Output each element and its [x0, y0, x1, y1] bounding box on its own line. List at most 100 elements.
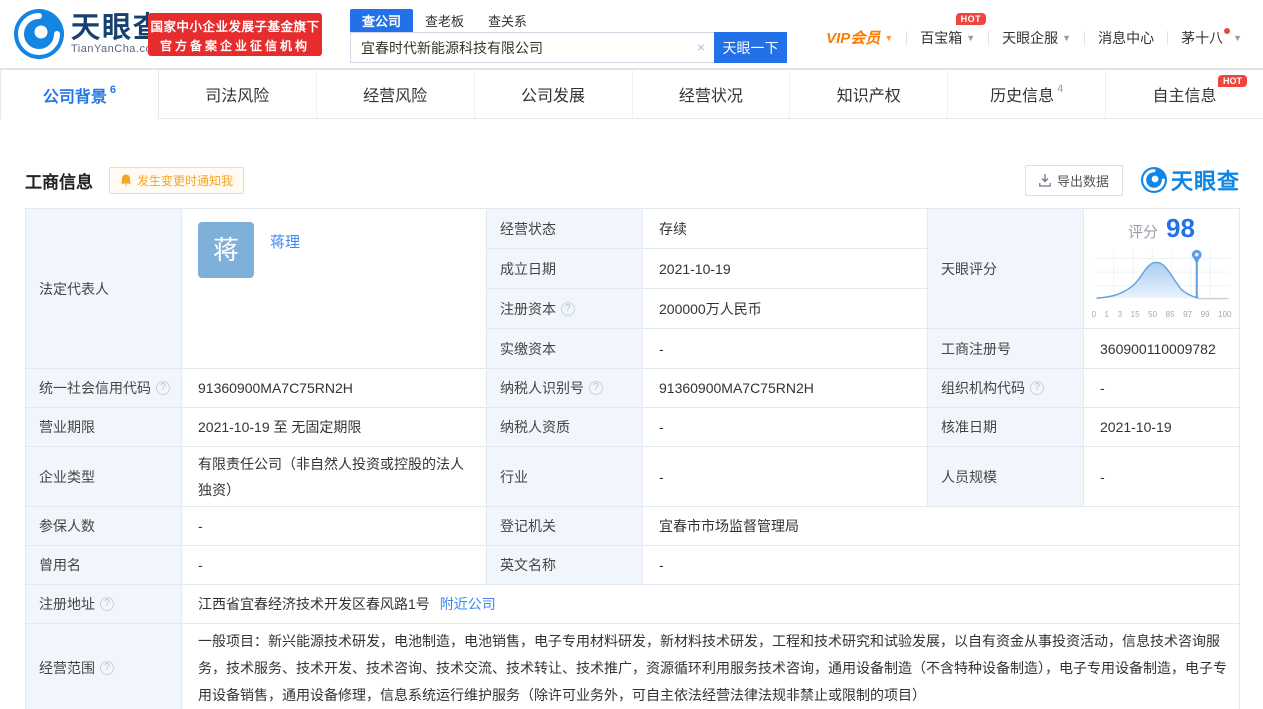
tab-label: 知识产权	[837, 82, 901, 106]
tianyancha-watermark-icon	[1141, 167, 1167, 193]
nav-enterprise-service[interactable]: 天眼企服 ▼	[989, 28, 1084, 48]
reg-authority-label: 登记机关	[487, 507, 642, 545]
reg-authority-value: 宜春市市场监督管理局	[643, 507, 1239, 545]
vip-label: VIP会员	[826, 27, 880, 48]
help-icon[interactable]: ?	[1030, 381, 1044, 395]
tick: 100	[1218, 302, 1231, 328]
taxpayer-id-value: 91360900MA7C75RN2H	[643, 369, 927, 407]
term-value: 2021-10-19 至 无固定期限	[182, 408, 486, 446]
export-label: 导出数据	[1057, 171, 1109, 190]
search-tabs: 查公司 查老板 查关系	[350, 8, 787, 32]
tab-history-info[interactable]: 历史信息 4	[948, 70, 1106, 118]
approve-date-label: 核准日期	[928, 408, 1083, 446]
credit-code-value: 91360900MA7C75RN2H	[182, 369, 486, 407]
tick: 99	[1201, 302, 1210, 328]
address-label-text: 注册地址	[39, 594, 95, 614]
address-cell: 江西省宜春经济技术开发区春风路1号 附近公司	[182, 585, 1239, 623]
nav-vip[interactable]: VIP会员 ▼	[813, 27, 906, 48]
chevron-down-icon: ▼	[884, 33, 893, 43]
org-code-label-text: 组织机构代码	[941, 378, 1025, 398]
section-title: 工商信息	[25, 168, 93, 193]
tab-company-development[interactable]: 公司发展	[475, 70, 633, 118]
insured-label: 参保人数	[26, 507, 181, 545]
insured-value: -	[182, 507, 486, 545]
search-button[interactable]: 天眼一下	[714, 32, 787, 63]
org-code-label: 组织机构代码 ?	[928, 369, 1083, 407]
score-distribution-chart	[1092, 246, 1232, 301]
messages-label: 消息中心	[1098, 28, 1154, 48]
help-icon[interactable]: ?	[156, 381, 170, 395]
paid-capital-value: -	[643, 329, 927, 368]
download-icon	[1039, 174, 1051, 187]
tianyancha-logo-icon	[14, 9, 64, 59]
nearby-companies-link[interactable]: 附近公司	[440, 591, 496, 617]
search-tab-relation[interactable]: 查关系	[476, 9, 539, 32]
export-data-button[interactable]: 导出数据	[1025, 165, 1123, 196]
help-icon[interactable]: ?	[100, 661, 114, 675]
search-input[interactable]	[350, 32, 714, 63]
english-name-value: -	[643, 546, 1239, 584]
score-label: 天眼评分	[928, 209, 1083, 328]
industry-value: -	[643, 447, 927, 506]
tick: 50	[1148, 302, 1157, 328]
bell-icon	[120, 174, 132, 187]
help-icon[interactable]: ?	[561, 302, 575, 316]
hot-badge: HOT	[956, 13, 987, 25]
taxpayer-qual-value: -	[643, 408, 927, 446]
nav-message-center[interactable]: 消息中心	[1085, 28, 1167, 48]
watermark-label: 天眼查	[1171, 164, 1240, 196]
tab-label: 经营风险	[363, 82, 427, 106]
tab-operating-status[interactable]: 经营状况	[633, 70, 791, 118]
hot-badge: HOT	[1218, 75, 1247, 87]
tab-operating-risk[interactable]: 经营风险	[317, 70, 475, 118]
reg-capital-label-text: 注册资本	[500, 299, 556, 319]
tab-count: 6	[110, 84, 116, 96]
tab-judicial-risk[interactable]: 司法风险	[159, 70, 317, 118]
tab-count: 4	[1057, 83, 1063, 95]
address-value: 江西省宜春经济技术开发区春风路1号	[198, 591, 430, 617]
tick: 85	[1166, 302, 1175, 328]
score-axis-ticks: 0 1 3 15 50 85 97 99 100	[1092, 302, 1232, 328]
est-date-label: 成立日期	[487, 249, 642, 288]
help-icon[interactable]: ?	[100, 597, 114, 611]
reg-no-label: 工商注册号	[928, 329, 1083, 368]
former-name-value: -	[182, 546, 486, 584]
paid-capital-label: 实缴资本	[487, 329, 642, 368]
tick: 97	[1183, 302, 1192, 328]
scope-label: 经营范围 ?	[26, 624, 181, 709]
staff-size-value: -	[1084, 447, 1239, 506]
search-tab-boss[interactable]: 查老板	[413, 9, 476, 32]
tab-label: 历史信息	[990, 82, 1054, 106]
org-code-value: -	[1084, 369, 1239, 407]
tab-label: 司法风险	[205, 82, 269, 106]
nav-toolbox[interactable]: HOT 百宝箱 ▼	[907, 28, 988, 48]
tick: 0	[1092, 302, 1096, 328]
avatar[interactable]: 蒋	[198, 222, 254, 278]
scope-label-text: 经营范围	[39, 658, 95, 678]
legal-rep-name-link[interactable]: 蒋理	[270, 230, 300, 256]
tab-intellectual-property[interactable]: 知识产权	[790, 70, 948, 118]
notification-dot	[1224, 28, 1230, 34]
taxpayer-qual-label: 纳税人资质	[487, 408, 642, 446]
legal-rep-cell: 蒋 蒋理	[182, 209, 486, 368]
score-cell[interactable]: 评分 98 0 1 3 15	[1084, 209, 1239, 328]
chevron-down-icon: ▼	[1233, 33, 1242, 43]
search-area: 查公司 查老板 查关系 × 天眼一下	[350, 8, 787, 63]
reg-no-value: 360900110009782	[1084, 329, 1239, 368]
search-tab-company[interactable]: 查公司	[350, 9, 413, 32]
tianyancha-logo[interactable]: 天眼查 TianYanCha.com	[14, 9, 164, 59]
tick: 1	[1105, 302, 1109, 328]
gov-certification-badge: 国家中小企业发展子基金旗下 官方备案企业征信机构	[148, 13, 322, 56]
status-value: 存续	[643, 209, 927, 248]
help-icon[interactable]: ?	[589, 381, 603, 395]
tianyancha-watermark: 天眼查	[1141, 164, 1240, 196]
clear-icon[interactable]: ×	[697, 39, 705, 55]
business-info-header: 工商信息 发生变更时通知我 导出数据 天眼查	[25, 165, 1240, 195]
tab-company-background[interactable]: 公司背景 6	[0, 70, 159, 119]
term-label: 营业期限	[26, 408, 181, 446]
notify-on-change-button[interactable]: 发生变更时通知我	[109, 167, 244, 194]
approve-date-value: 2021-10-19	[1084, 408, 1239, 446]
tab-self-info[interactable]: 自主信息 HOT	[1106, 70, 1263, 118]
notify-label: 发生变更时通知我	[137, 172, 233, 189]
nav-user-menu[interactable]: 茅十八 ▼	[1168, 28, 1255, 48]
